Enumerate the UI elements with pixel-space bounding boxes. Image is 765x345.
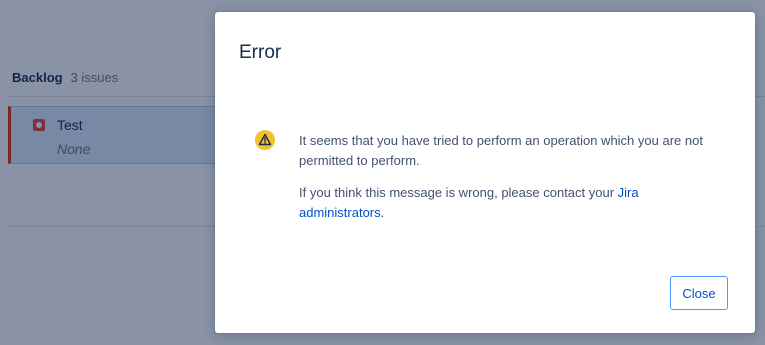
error-message: It seems that you have tried to perform …	[299, 131, 719, 235]
error-dialog: Error It seems that you have tried to pe…	[215, 12, 755, 333]
dialog-title: Error	[239, 42, 282, 63]
message-contact-suffix: .	[380, 205, 385, 220]
close-button[interactable]: Close	[670, 276, 728, 310]
message-contact-prefix: If you think this message is wrong, plea…	[299, 185, 618, 200]
message-permission: It seems that you have tried to perform …	[299, 133, 703, 168]
warning-icon	[255, 130, 275, 150]
message-contact: If you think this message is wrong, plea…	[299, 183, 719, 223]
